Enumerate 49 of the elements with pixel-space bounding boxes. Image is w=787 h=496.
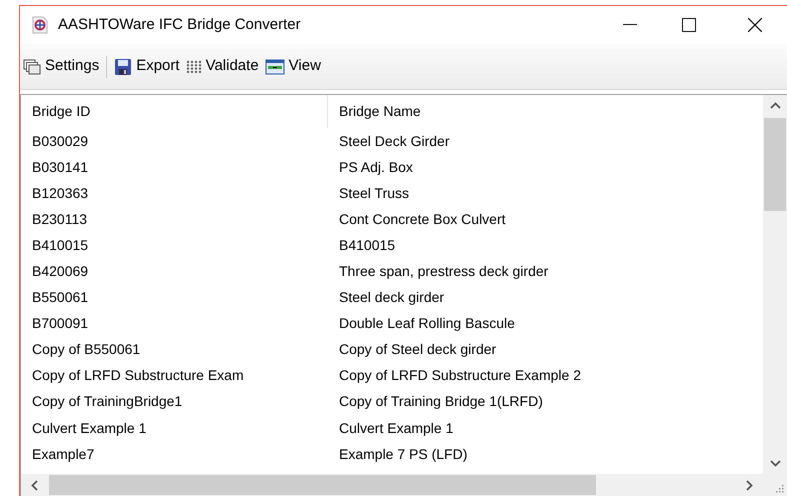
table-cell: B420069: [32, 263, 88, 280]
column-header[interactable]: Bridge Name: [328, 95, 763, 128]
table-cell: Example 7 PS (LFD): [339, 446, 468, 462]
app-logo-icon: [32, 16, 48, 34]
table-cell: B230113: [32, 210, 88, 227]
table-cell: B120363: [32, 184, 88, 201]
table-cell: Culvert Example 1: [32, 420, 146, 436]
table-cell: B550061: [32, 289, 88, 306]
table-cell: Steel Truss: [339, 184, 410, 201]
table-cell: Culvert Example 1: [339, 420, 454, 436]
vertical-scrollbar[interactable]: [763, 95, 787, 474]
table-cell: Cont Concrete Box Culvert: [339, 210, 506, 227]
table-cell: B030029: [32, 132, 88, 149]
scroll-down-icon[interactable]: [770, 460, 780, 467]
table-cell: PS Adj. Box: [339, 158, 413, 175]
stacked-windows-icon: [23, 58, 41, 74]
table-cell: B030141: [32, 158, 88, 175]
table-cell: Copy of TrainingBridge1: [32, 393, 182, 410]
window-chart-icon: [264, 58, 285, 74]
window-title: AASHTOWare IFC Bridge Converter: [58, 14, 301, 35]
toolbar-button[interactable]: View: [264, 55, 322, 78]
toolbar-button[interactable]: Validate: [184, 55, 260, 78]
table-cell: Example7: [32, 446, 94, 462]
table-cell: Copy of Steel deck girder: [339, 341, 496, 358]
scroll-right-icon[interactable]: [746, 480, 753, 490]
table-cell: Copy of B550061: [32, 341, 140, 358]
minimize-icon: [623, 24, 637, 26]
toolbar-button[interactable]: Export: [113, 55, 181, 78]
close-icon: [748, 18, 762, 32]
scroll-up-icon[interactable]: [770, 102, 780, 109]
scrollbar-thumb[interactable]: [764, 118, 786, 211]
table-cell: Steel Deck Girder: [339, 132, 450, 149]
table-cell: Three span, prestress deck girder: [339, 263, 548, 280]
resize-grip-icon[interactable]: [774, 483, 784, 493]
column-header[interactable]: Bridge ID: [21, 95, 328, 128]
toolbar-button[interactable]: Settings: [22, 55, 100, 78]
table-cell: B410015: [339, 236, 396, 253]
table-cell: B700091: [32, 315, 88, 332]
table-cell: B410015: [32, 236, 88, 253]
scrollbar-thumb[interactable]: [49, 475, 596, 495]
horizontal-scrollbar[interactable]: [21, 474, 763, 496]
dot-grid-icon: [186, 60, 202, 74]
table-cell: Copy of LRFD Substructure Exam: [32, 367, 244, 384]
table-cell: Copy of LRFD Substructure Example 2: [339, 367, 581, 384]
scroll-left-icon[interactable]: [31, 480, 38, 490]
table-cell: Steel deck girder: [339, 289, 444, 306]
maximize-icon: [682, 18, 696, 32]
table-cell: Copy of Training Bridge 1(LRFD): [339, 393, 543, 410]
table-cell: Double Leaf Rolling Bascule: [339, 315, 515, 332]
